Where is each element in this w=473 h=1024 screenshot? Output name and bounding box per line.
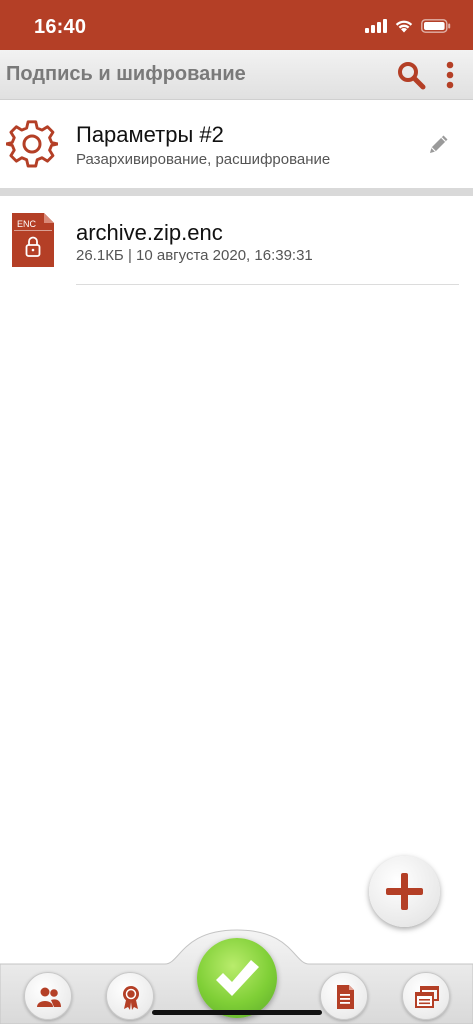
status-bar: 16:40 (0, 0, 473, 50)
file-list-item[interactable]: ENC archive.zip.enc 26.1КБ | 10 августа … (0, 196, 473, 286)
list-divider (76, 284, 459, 285)
contacts-icon (37, 987, 61, 1007)
battery-icon (421, 19, 451, 33)
windows-button[interactable] (402, 972, 450, 1020)
toolbar: Подпись и шифрование (0, 50, 473, 100)
plus-icon (386, 873, 423, 910)
encrypted-file-icon: ENC (12, 213, 54, 267)
status-icons (365, 19, 451, 33)
certificate-icon (123, 986, 139, 1010)
windows-icon (415, 986, 439, 1008)
params-subtitle: Разархивирование, расшифрование (76, 151, 331, 168)
section-separator (0, 188, 473, 196)
documents-button[interactable] (320, 972, 368, 1020)
file-meta: 26.1КБ | 10 августа 2020, 16:39:31 (76, 247, 313, 264)
file-badge-text: ENC (17, 219, 37, 229)
more-menu-icon[interactable] (440, 60, 460, 90)
file-name: archive.zip.enc (76, 220, 223, 245)
params-row[interactable]: Параметры #2 Разархивирование, расшифров… (0, 100, 473, 188)
home-indicator (152, 1010, 322, 1015)
confirm-button[interactable] (197, 938, 277, 1018)
document-icon (337, 985, 354, 1009)
add-button[interactable] (369, 856, 440, 927)
params-title: Параметры #2 (76, 122, 224, 147)
page-title: Подпись и шифрование (6, 63, 246, 85)
search-icon[interactable] (396, 60, 426, 90)
certificates-button[interactable] (106, 972, 154, 1020)
gear-icon (6, 120, 58, 168)
signal-icon (365, 19, 387, 33)
confirm-check-icon (216, 960, 259, 996)
pencil-edit-icon[interactable] (427, 132, 451, 156)
status-time: 16:40 (34, 16, 87, 38)
wifi-icon (395, 20, 413, 33)
contacts-button[interactable] (24, 972, 72, 1020)
